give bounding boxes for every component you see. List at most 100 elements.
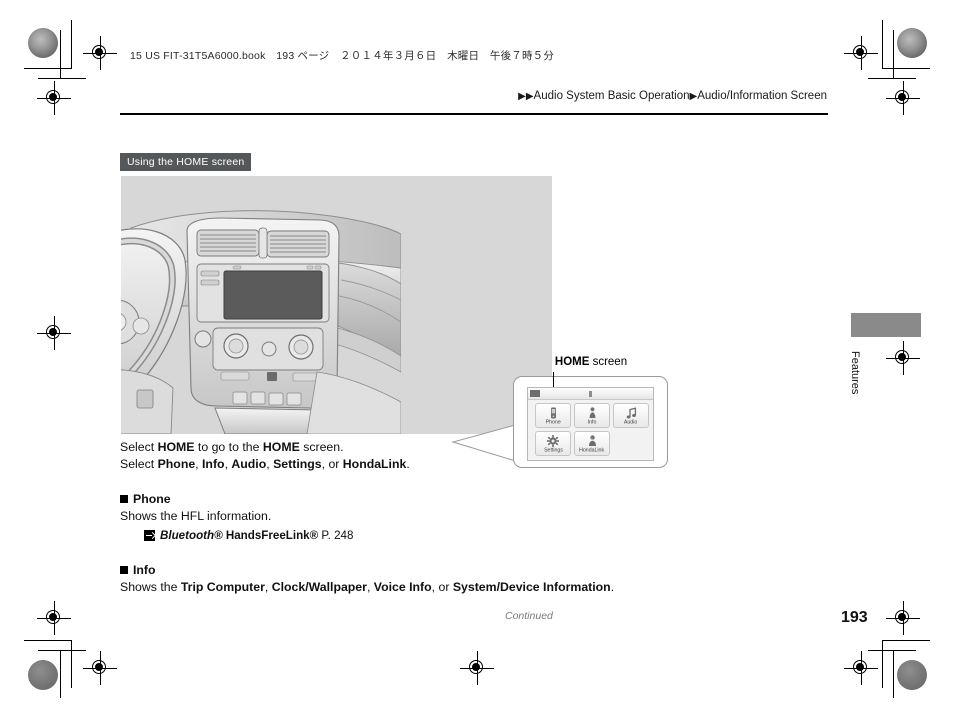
info-person-icon bbox=[588, 406, 597, 419]
line1-home-2: HOME bbox=[262, 440, 300, 454]
book-file-line: 15 US FIT-31T5A6000.book 193 ページ ２０１４年３月… bbox=[130, 50, 555, 62]
crop-mark-bl-v bbox=[71, 640, 72, 688]
crop-mark-bl2-v bbox=[60, 650, 61, 698]
line2-sep1: , bbox=[195, 457, 203, 471]
instruction-line-2: Select Phone, Info, Audio, Settings, or … bbox=[120, 456, 680, 473]
info-sep3: , or bbox=[431, 580, 453, 594]
crop-mark-tl-h bbox=[24, 68, 72, 69]
figure-caption-rest: screen bbox=[589, 356, 628, 368]
phone-description: Shows the HFL information. bbox=[120, 509, 272, 523]
side-tab-label: Features bbox=[849, 351, 861, 395]
line1-pre: Select bbox=[120, 440, 158, 454]
registration-mark-bottom-center bbox=[460, 651, 494, 685]
registration-mark-left-middle bbox=[37, 316, 71, 350]
line1-mid: to go to the bbox=[194, 440, 263, 454]
info-end: . bbox=[610, 580, 615, 594]
info-system-device-information: System/Device Information bbox=[452, 580, 611, 594]
continued-label: Continued bbox=[505, 610, 553, 622]
crop-mark-br-v bbox=[882, 640, 883, 688]
line2-phone: Phone bbox=[157, 457, 196, 471]
signal-icon bbox=[530, 390, 540, 397]
status-bar bbox=[528, 388, 653, 400]
side-tab-label-wrap: Features bbox=[843, 338, 867, 408]
crop-mark-tr-h bbox=[882, 68, 930, 69]
info-description: Shows the Trip Computer, Clock/Wallpaper… bbox=[120, 579, 680, 596]
subsection-heading-info: Info bbox=[120, 562, 680, 579]
crop-mark-br2-h bbox=[868, 650, 916, 651]
info-pre: Shows the bbox=[120, 580, 181, 594]
crop-mark-tl2-h bbox=[38, 78, 86, 79]
registration-mark-right-lower bbox=[886, 601, 920, 635]
crop-mark-tr2-h bbox=[868, 78, 916, 79]
crop-mark-tr-v bbox=[882, 20, 883, 68]
xref-page-number: P. 248 bbox=[318, 529, 354, 542]
manual-page: 15 US FIT-31T5A6000.book 193 ページ ２０１４年３月… bbox=[0, 0, 954, 718]
bullet-square-icon bbox=[120, 495, 128, 503]
print-dot-top-left bbox=[28, 28, 58, 58]
crop-mark-tr2-v bbox=[893, 30, 894, 78]
breadcrumb-item-audio-system-basic-operation[interactable]: Audio System Basic Operation bbox=[534, 90, 690, 102]
info-clock-wallpaper: Clock/Wallpaper bbox=[271, 580, 367, 594]
xref-bluetooth-label: Bluetooth® bbox=[160, 529, 223, 542]
header-divider bbox=[120, 113, 828, 115]
bullet-square-icon-2 bbox=[120, 566, 128, 574]
line1-home-1: HOME bbox=[157, 440, 195, 454]
info-trip-computer: Trip Computer bbox=[180, 580, 265, 594]
figure-caption: HOME screen bbox=[516, 356, 666, 368]
crop-mark-tl2-v bbox=[60, 30, 61, 78]
subsection-heading-phone: Phone bbox=[120, 491, 680, 508]
registration-mark-top-left bbox=[83, 36, 117, 70]
breadcrumb: ▶▶Audio System Basic Operation▶Audio/Inf… bbox=[518, 90, 827, 102]
line2-info: Info bbox=[202, 457, 225, 471]
home-tile-info[interactable]: Info bbox=[574, 403, 610, 428]
crop-mark-br-h bbox=[882, 640, 930, 641]
registration-mark-top-right bbox=[844, 36, 878, 70]
registration-mark-bottom-left bbox=[83, 651, 117, 685]
line1-end: screen. bbox=[299, 440, 344, 454]
status-center-icon bbox=[589, 390, 592, 397]
crop-mark-tl-v bbox=[71, 20, 72, 68]
xref-handsfreelink-label: HandsFreeLink® bbox=[222, 529, 319, 542]
registration-mark-right-middle bbox=[886, 341, 920, 375]
subsection-heading-info-label: Info bbox=[133, 563, 156, 577]
home-tile-phone-label: Phone bbox=[545, 419, 561, 425]
page-number: 193 bbox=[841, 609, 868, 626]
line2-audio: Audio bbox=[231, 457, 267, 471]
home-tile-info-label: Info bbox=[587, 419, 597, 425]
line2-hondalink: HondaLink bbox=[342, 457, 407, 471]
breadcrumb-item-audio-information-screen[interactable]: Audio/Information Screen bbox=[697, 90, 827, 102]
crop-mark-br2-v bbox=[893, 650, 894, 698]
print-dot-bottom-left bbox=[28, 660, 58, 690]
figure-home-screen: HOME screen Phone Info Audio Settings L … bbox=[121, 176, 668, 468]
registration-mark-left-lower bbox=[37, 601, 71, 635]
home-tile-audio-label: Audio bbox=[624, 419, 638, 425]
print-dot-bottom-right bbox=[897, 660, 927, 690]
music-note-icon bbox=[626, 406, 637, 419]
crop-mark-bl-h bbox=[24, 640, 72, 641]
line2-sep4: , or bbox=[321, 457, 343, 471]
section-badge: Using the HOME screen bbox=[120, 153, 252, 171]
instruction-line-1: Select HOME to go to the HOME screen. bbox=[120, 439, 680, 456]
body-copy: Select HOME to go to the HOME screen. Se… bbox=[120, 439, 680, 596]
registration-mark-bottom-right bbox=[844, 651, 878, 685]
line2-settings: Settings bbox=[273, 457, 322, 471]
registration-mark-right-upper bbox=[886, 81, 920, 115]
info-sep2: , bbox=[366, 580, 374, 594]
breadcrumb-arrow-icon: ▶▶ bbox=[518, 91, 534, 102]
info-voice-info: Voice Info bbox=[373, 580, 432, 594]
phone-handset-icon bbox=[549, 406, 558, 419]
line2-end: . bbox=[406, 457, 410, 471]
figure-caption-bold: HOME bbox=[554, 356, 590, 368]
print-dot-top-right bbox=[897, 28, 927, 58]
crop-mark-bl2-h bbox=[38, 650, 86, 651]
dashboard-illustration bbox=[121, 210, 401, 434]
cross-reference-arrow-icon bbox=[144, 530, 155, 541]
registration-mark-left-upper bbox=[37, 81, 71, 115]
home-tile-audio[interactable]: Audio bbox=[613, 403, 649, 428]
home-tile-phone[interactable]: Phone bbox=[535, 403, 571, 428]
side-tab-marker bbox=[851, 313, 921, 337]
info-sep1: , bbox=[264, 580, 272, 594]
line2-pre: Select bbox=[120, 457, 158, 471]
cross-reference-bluetooth[interactable]: Bluetooth® HandsFreeLink® P. 248 bbox=[144, 527, 680, 544]
subsection-heading-phone-label: Phone bbox=[133, 492, 171, 506]
